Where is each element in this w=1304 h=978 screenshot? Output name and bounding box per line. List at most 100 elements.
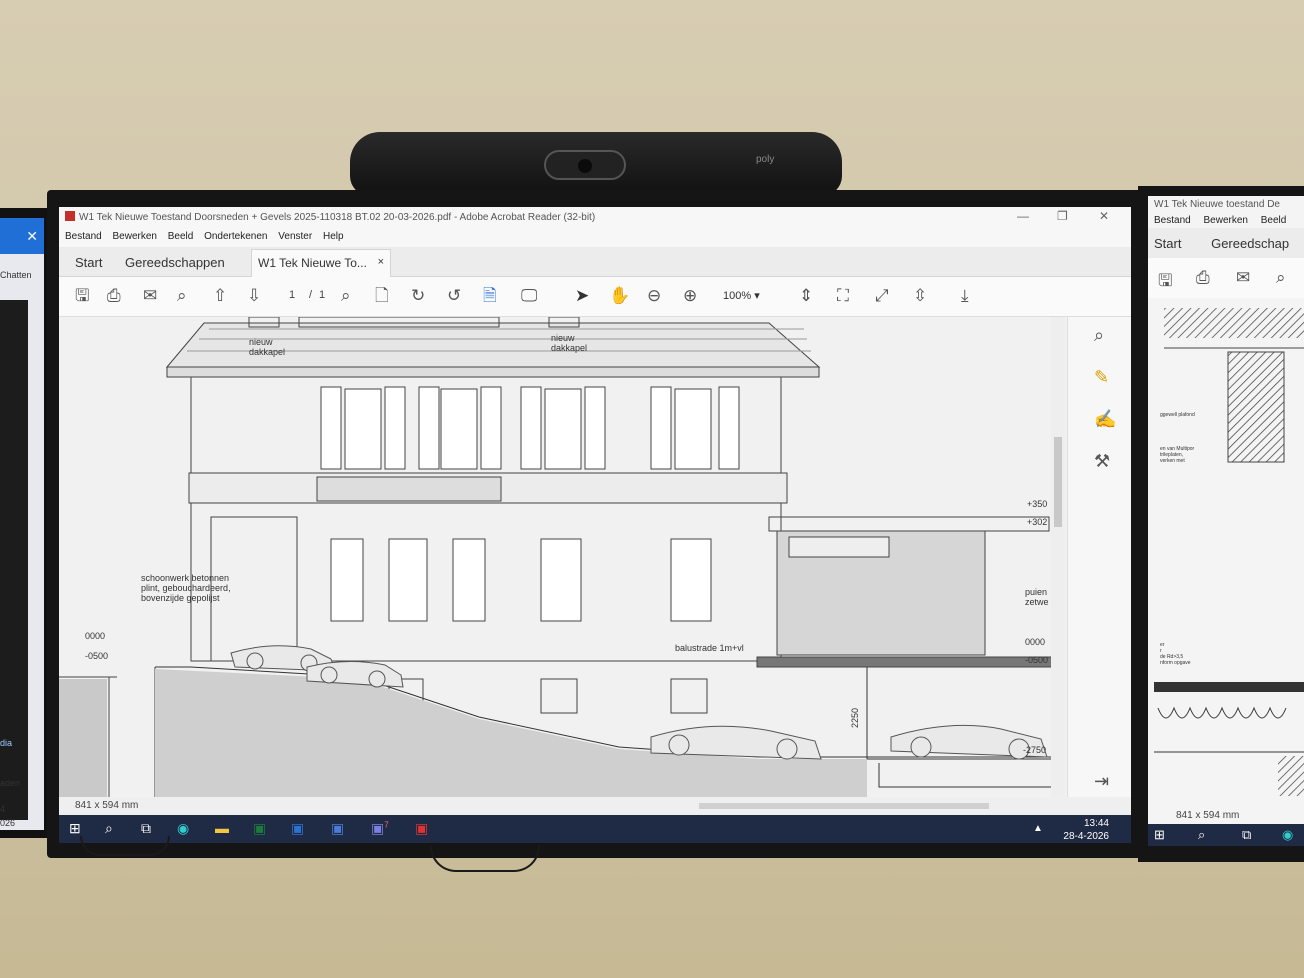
tab-close-icon[interactable]: ×	[378, 256, 384, 268]
print-icon[interactable]: ⎙	[107, 287, 121, 305]
label-level-2750: -2750	[1023, 745, 1047, 755]
scroll-mode-icon[interactable]: ⇳	[913, 287, 927, 305]
camera-brand: poly	[756, 154, 775, 165]
clock-date: 28-4-2026	[1063, 831, 1109, 842]
right-menu-bar: Bestand Bewerken Beeld	[1148, 213, 1304, 228]
windows-start-icon[interactable]: ⊞	[1154, 827, 1165, 843]
zoom-select[interactable]: 100% ▾	[723, 289, 760, 302]
system-clock[interactable]: 13:44 28-4-2026	[1063, 817, 1109, 843]
teams-icon[interactable]: ▣7	[371, 820, 389, 837]
search-icon[interactable]: ⌕	[105, 820, 113, 837]
mail-icon[interactable]: ✉	[1236, 268, 1250, 288]
restore-button[interactable]: ❐	[1057, 209, 1068, 223]
save-icon[interactable]: 🖫	[1158, 268, 1172, 297]
print-icon[interactable]: ⎙	[1196, 268, 1210, 288]
present-icon[interactable]: 🖵	[521, 287, 537, 305]
right-tab-start[interactable]: Start	[1154, 236, 1181, 251]
zoom-search-icon[interactable]: ⌕	[177, 287, 187, 305]
chevron-up-icon[interactable]: ▲	[1033, 823, 1043, 834]
excel-icon[interactable]: ▣	[253, 820, 266, 837]
task-view-icon[interactable]: ⧉	[1242, 827, 1251, 843]
menu-bestand[interactable]: Bestand	[65, 231, 102, 242]
menu-bewerken[interactable]: Bewerken	[112, 231, 156, 242]
tab-bar: Start Gereedschappen W1 Tek Nieuwe To...…	[59, 247, 1131, 277]
edge-icon[interactable]: ◉	[1282, 827, 1293, 843]
scroll-thumb[interactable]	[1054, 437, 1062, 527]
fit-width-icon[interactable]: ⇕	[799, 287, 813, 305]
zoom-value: 100%	[723, 290, 752, 302]
right-menu-beeld[interactable]: Beeld	[1261, 215, 1287, 226]
close-button[interactable]: ✕	[1099, 209, 1109, 223]
tab-start[interactable]: Start	[75, 255, 102, 270]
fit-page-icon[interactable]: ⛶	[837, 287, 849, 305]
zoom-out-icon[interactable]: ⊖	[647, 287, 661, 305]
left-laden-label: aden	[0, 778, 21, 788]
right-menu-bestand[interactable]: Bestand	[1154, 215, 1191, 226]
explorer-icon[interactable]: ▬	[215, 820, 229, 836]
task-view-icon[interactable]: ⧉	[141, 820, 151, 837]
pdf-canvas[interactable]: nieuw dakkapel nieuw dakkapel schoonwerk…	[59, 317, 1067, 797]
right-note-multipor: en van Multipor trileplaten, verken met	[1160, 446, 1195, 464]
right-menu-bewerken[interactable]: Bewerken	[1203, 215, 1247, 226]
vertical-scrollbar[interactable]	[1051, 317, 1065, 797]
label-balustrade: balustrade 1m+vl	[675, 643, 744, 653]
word-icon[interactable]: ▣	[331, 820, 344, 837]
search-doc-icon[interactable]: 🗋	[375, 287, 389, 305]
select-icon[interactable]: ➤	[575, 287, 589, 305]
label-level-0500-left: -0500	[85, 651, 109, 661]
horizontal-scrollbar[interactable]	[699, 803, 989, 809]
page-current[interactable]: 1	[289, 289, 295, 301]
left-chat-label[interactable]: Chatten	[0, 254, 44, 280]
camera-lens	[544, 150, 626, 180]
mail-icon[interactable]: ✉	[143, 287, 157, 305]
right-screen: W1 Tek Nieuwe toestand De Bestand Bewerk…	[1148, 196, 1304, 846]
menu-help[interactable]: Help	[323, 231, 344, 242]
label-level-302: +302	[1027, 517, 1048, 527]
right-tab-tools[interactable]: Gereedschap	[1211, 236, 1289, 251]
collapse-pane-icon[interactable]: ⇥	[1094, 771, 1109, 792]
page-down-icon[interactable]: ⇩	[247, 287, 261, 305]
right-note-plafond: ggewell plafond	[1160, 412, 1195, 418]
page-icon[interactable]: 🗎	[483, 287, 497, 305]
menu-beeld[interactable]: Beeld	[168, 231, 194, 242]
label-dim-2250: 2250	[850, 707, 861, 729]
menu-ondertekenen[interactable]: Ondertekenen	[204, 231, 267, 242]
sign-icon[interactable]: ✍	[1094, 409, 1116, 430]
title-bar: W1 Tek Nieuwe Toestand Doorsneden + Geve…	[59, 207, 1131, 229]
zoom-in-icon[interactable]: ⊕	[683, 287, 697, 305]
save-icon[interactable]: 🖫	[75, 287, 89, 305]
download-icon[interactable]: ⤓	[961, 287, 969, 305]
cable	[430, 846, 540, 872]
right-toolbar: 🖫 ⎙ ✉ ⌕	[1148, 258, 1304, 298]
zoom-search-icon[interactable]: ⌕	[1276, 268, 1286, 288]
main-monitor: W1 Tek Nieuwe Toestand Doorsneden + Geve…	[47, 190, 1142, 858]
more-tools-icon[interactable]: ⚒	[1094, 451, 1110, 472]
label-dakkapel-right: nieuw dakkapel	[551, 333, 588, 353]
windows-start-icon[interactable]: ⊞	[69, 820, 81, 837]
hand-icon[interactable]: ✋	[609, 287, 630, 305]
menu-venster[interactable]: Venster	[278, 231, 312, 242]
label-level-0500-right: -0500	[1025, 655, 1049, 665]
page-total: 1	[319, 289, 326, 301]
minimize-button[interactable]: —	[1017, 209, 1029, 223]
left-close-icon[interactable]: ✕	[0, 218, 44, 254]
rotate-cw-icon[interactable]: ↻	[411, 287, 425, 305]
tab-document[interactable]: W1 Tek Nieuwe To... ×	[251, 249, 391, 277]
cable	[80, 836, 170, 856]
tab-document-label: W1 Tek Nieuwe To...	[258, 256, 367, 270]
clock-time: 13:44	[1083, 818, 1109, 829]
zoom-search-icon[interactable]: ⌕	[1094, 325, 1104, 346]
find-icon[interactable]: ⌕	[341, 287, 351, 305]
search-icon[interactable]: ⌕	[1198, 827, 1205, 843]
comment-icon[interactable]: ✎	[1094, 367, 1109, 388]
outlook-icon[interactable]: ▣	[291, 820, 304, 837]
label-level-350: +350	[1027, 499, 1048, 509]
page-up-icon[interactable]: ⇧	[213, 287, 227, 305]
tab-tools[interactable]: Gereedschappen	[125, 255, 225, 270]
fullscreen-icon[interactable]: ⤢	[875, 287, 889, 305]
left-num-label: 4	[0, 804, 6, 814]
edge-icon[interactable]: ◉	[177, 820, 189, 837]
rotate-ccw-icon[interactable]: ↺	[447, 287, 461, 305]
conference-camera: poly	[350, 132, 842, 196]
acrobat-icon[interactable]: ▣	[415, 820, 428, 837]
